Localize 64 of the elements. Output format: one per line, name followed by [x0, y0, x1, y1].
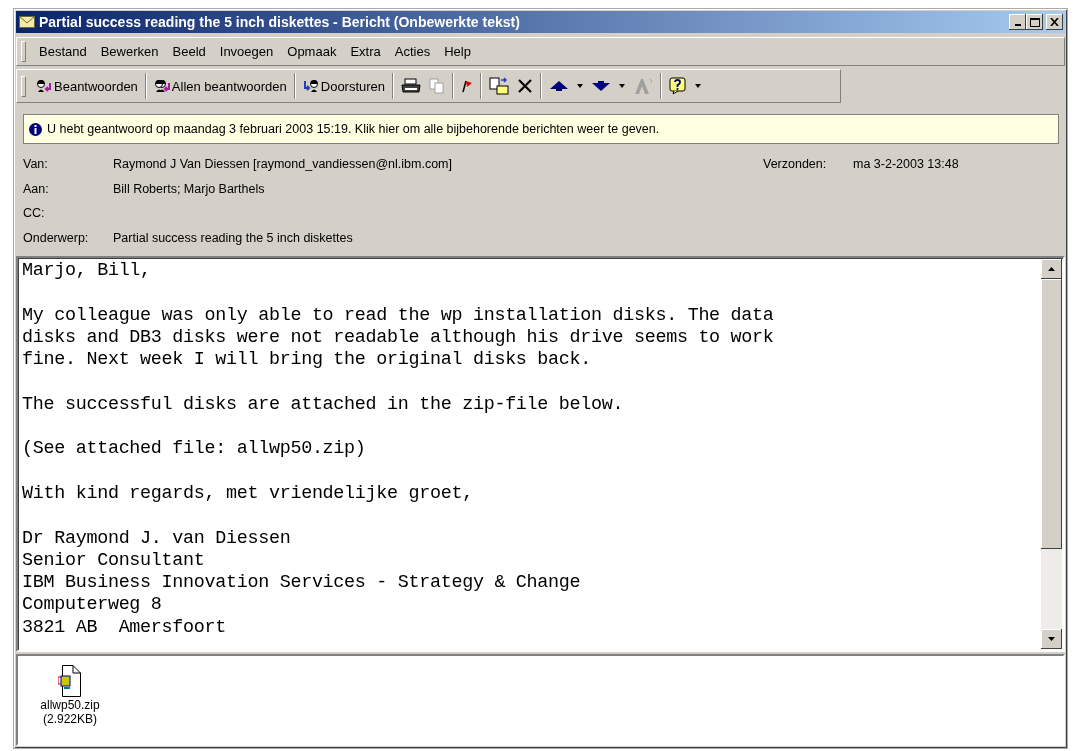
move-to-folder-icon[interactable]: [489, 77, 510, 95]
body-text-line: disks and DB3 disks were not readable although his drive seems to work: [22, 326, 775, 350]
down-arrow-icon[interactable]: [591, 80, 612, 92]
minimize-button[interactable]: [1009, 14, 1026, 30]
people-icon: [302, 79, 319, 93]
caret-icon[interactable]: [695, 84, 702, 88]
body-text-line: The successful disks are attached in the zip-file below.: [22, 393, 625, 417]
body-text-line: Dr Raymond J. van Diessen: [22, 527, 292, 550]
menu-item[interactable]: Bewerken: [93, 41, 166, 62]
field-value: Bill Roberts; Marjo Barthels: [113, 181, 266, 196]
toolbar-button[interactable]: Doorsturen: [298, 73, 390, 99]
body-text-line: With kind regards, met vriendelijke groet,: [22, 482, 474, 506]
body-text-line: Marjo, Bill,: [22, 260, 152, 283]
scroll-thumb[interactable]: [1041, 279, 1062, 549]
field-value: Partial success reading the 5 inch diskettes: [113, 230, 354, 245]
maximize-button[interactable]: [1026, 14, 1043, 30]
close-icon: [1050, 18, 1059, 26]
close-button[interactable]: [1046, 14, 1063, 30]
toolbar-button[interactable]: Beantwoorden: [32, 73, 142, 99]
body-text-line: fine. Next week I will bring the original disks back.: [22, 349, 593, 372]
toolbar-button[interactable]: Allen beantwoorden: [149, 73, 291, 99]
menu-item[interactable]: Beeld: [165, 41, 213, 62]
printer-icon[interactable]: [401, 78, 422, 94]
field-label: Aan:: [23, 181, 50, 196]
info-icon: [29, 122, 42, 136]
people-icon: [153, 79, 170, 93]
caret-icon[interactable]: [619, 84, 626, 88]
help-icon[interactable]: [669, 77, 688, 95]
field-label: Van:: [23, 157, 49, 172]
info-bar[interactable]: U hebt geantwoord op maandag 3 februari 2003 15:19. Klik hier om alle bijbehorende berichten weer te geven.: [23, 114, 1059, 144]
people-icon: [36, 79, 52, 93]
window-title: Partial success reading the 5 inch diskettes - Bericht (Onbewerkte tekst): [39, 14, 521, 30]
attachment-size: (2.922KB): [43, 712, 97, 726]
field-value: ma 3-2-2003 13:48: [853, 157, 959, 172]
field-label: Onderwerp:: [23, 230, 90, 245]
flag-icon[interactable]: [461, 79, 474, 93]
menu-item[interactable]: Opmaak: [280, 41, 344, 62]
field-value: Raymond J Van Diessen [raymond_vandiessen@nl.ibm.com]: [113, 157, 453, 172]
down-arrow-icon: [1048, 637, 1055, 641]
file-icon: [58, 664, 82, 698]
menu-item[interactable]: Help: [437, 41, 478, 62]
body-text-line: Senior Consultant: [22, 549, 206, 573]
up-arrow-icon: [1048, 267, 1055, 271]
body-text-line: (See attached file: allwp50.zip): [22, 438, 367, 461]
scrollbar[interactable]: [1041, 259, 1062, 649]
attachment-name[interactable]: allwp50.zip: [40, 698, 100, 712]
info-text: U hebt geantwoord op maandag 3 februari 2003 15:19. Klik hier om alle bijbehorende berichten weer te geven.: [47, 122, 660, 136]
up-arrow-icon[interactable]: [549, 80, 570, 92]
scroll-down-button[interactable]: [1041, 629, 1062, 649]
maximize-icon: [1029, 17, 1040, 27]
delete-icon[interactable]: [517, 78, 534, 94]
body-text-line: My colleague was only able to read the wp installation disks. The data: [22, 304, 775, 327]
menu-item[interactable]: Bestand: [32, 41, 94, 62]
body-text-line: 3821 AB Amersfoort: [22, 616, 227, 640]
field-label: CC:: [23, 206, 46, 221]
scroll-up-button[interactable]: [1041, 259, 1062, 279]
body-text-line: Computerweg 8: [22, 594, 163, 617]
envelope-icon: [19, 16, 35, 28]
menu-item[interactable]: Acties: [387, 41, 438, 62]
caret-icon[interactable]: [577, 84, 584, 88]
menu-item[interactable]: Invoegen: [212, 41, 281, 62]
menu-item[interactable]: Extra: [343, 41, 388, 62]
field-label: Verzonden:: [763, 157, 828, 172]
body-text-line: IBM Business Innovation Services - Strategy & Change: [22, 572, 582, 595]
